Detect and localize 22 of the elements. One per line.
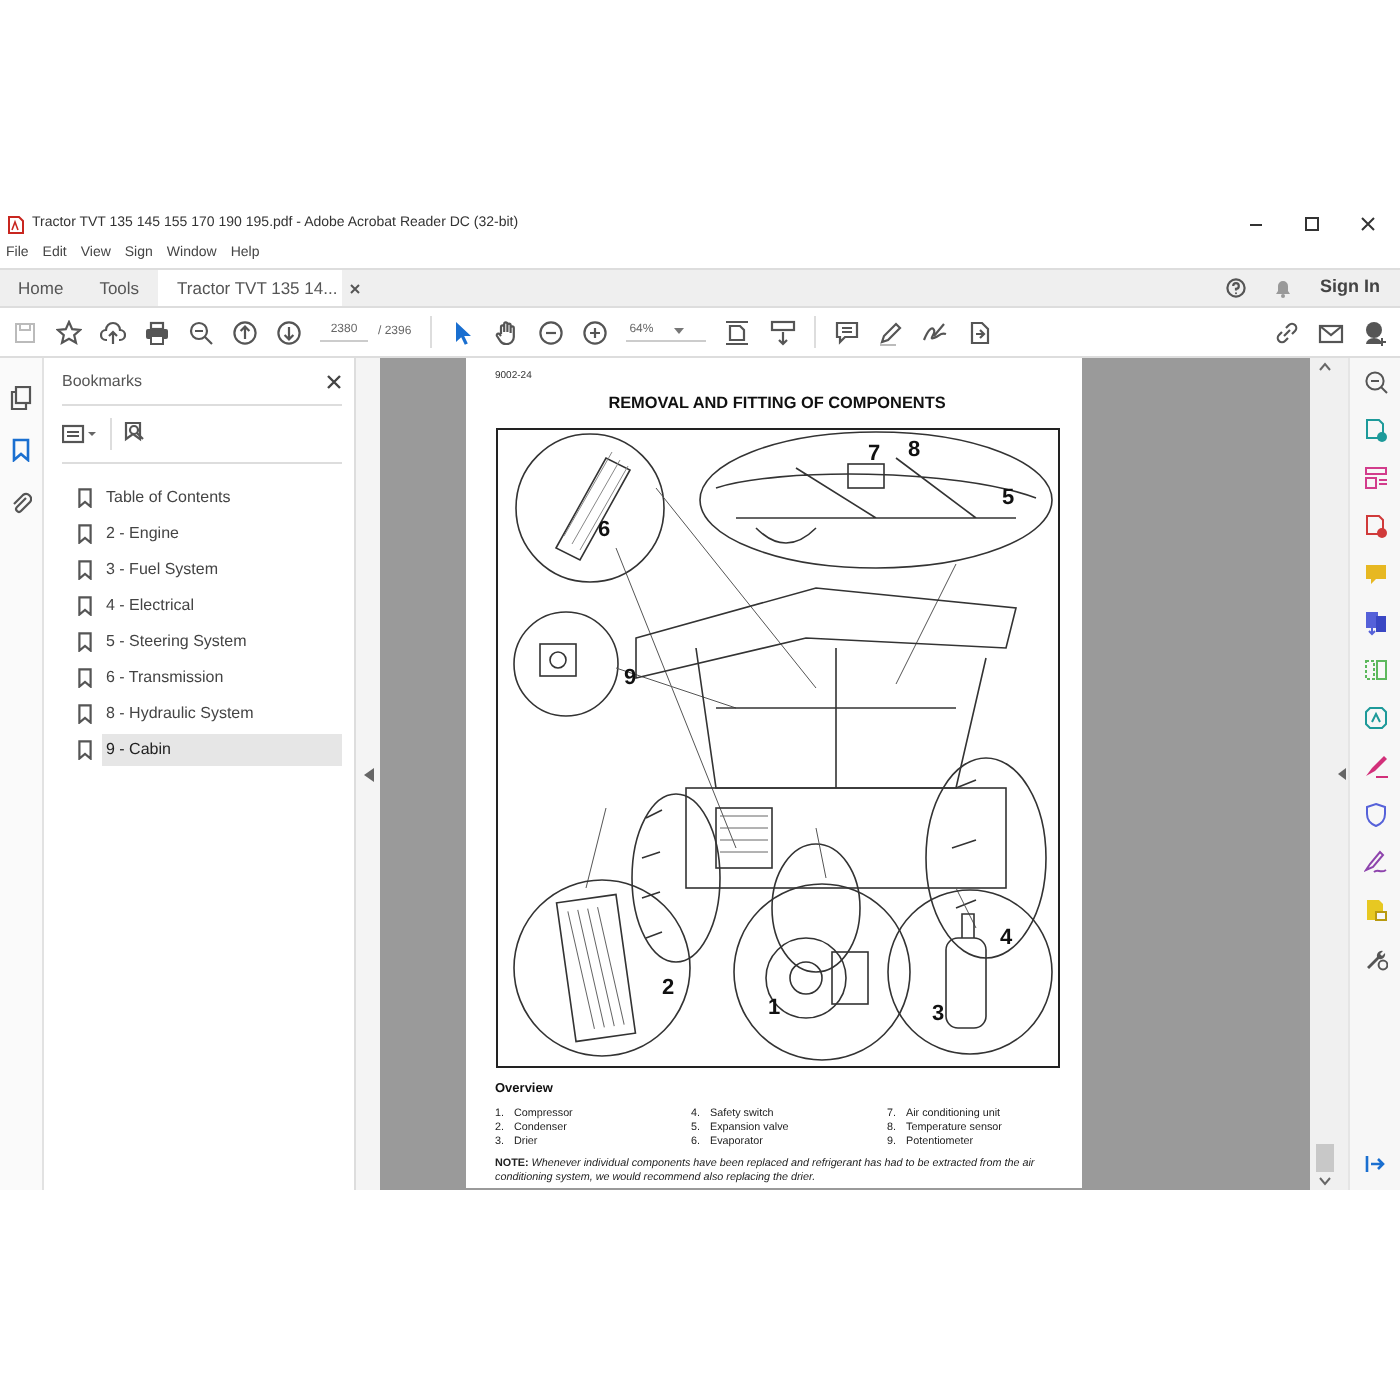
callout-number: 4 — [999, 925, 1012, 950]
bookmark-item[interactable]: 3 - Fuel System — [102, 554, 342, 586]
callout-number: 6 — [597, 517, 610, 542]
callout-number: 1 — [767, 995, 780, 1020]
page-heading: REMOVAL AND FITTING OF COMPONENTS — [606, 391, 948, 415]
sign-in-button[interactable]: Sign In — [1320, 274, 1380, 302]
callout-number: 8 — [907, 437, 920, 462]
bookmark-item[interactable]: 9 - Cabin — [102, 734, 342, 766]
bookmark-item[interactable]: 6 - Transmission — [102, 662, 342, 694]
callout-number: 5 — [1001, 485, 1014, 510]
bookmark-item[interactable]: 5 - Steering System — [102, 626, 342, 658]
tab[interactable]: Home — [0, 270, 82, 306]
bookmark-item[interactable]: Table of Contents — [102, 482, 342, 514]
tab[interactable]: Tools — [81, 270, 158, 306]
bookmark-item[interactable]: 8 - Hydraulic System — [102, 698, 342, 730]
bookmark-item[interactable]: 2 - Engine — [102, 518, 342, 550]
callout-number: 7 — [867, 441, 880, 466]
bookmark-item[interactable]: 4 - Electrical — [102, 590, 342, 622]
panel-title: Bookmarks — [62, 370, 143, 394]
callout-number: 3 — [931, 1001, 944, 1026]
callout-number: 9 — [623, 665, 636, 690]
callout-number: 2 — [661, 975, 674, 1000]
